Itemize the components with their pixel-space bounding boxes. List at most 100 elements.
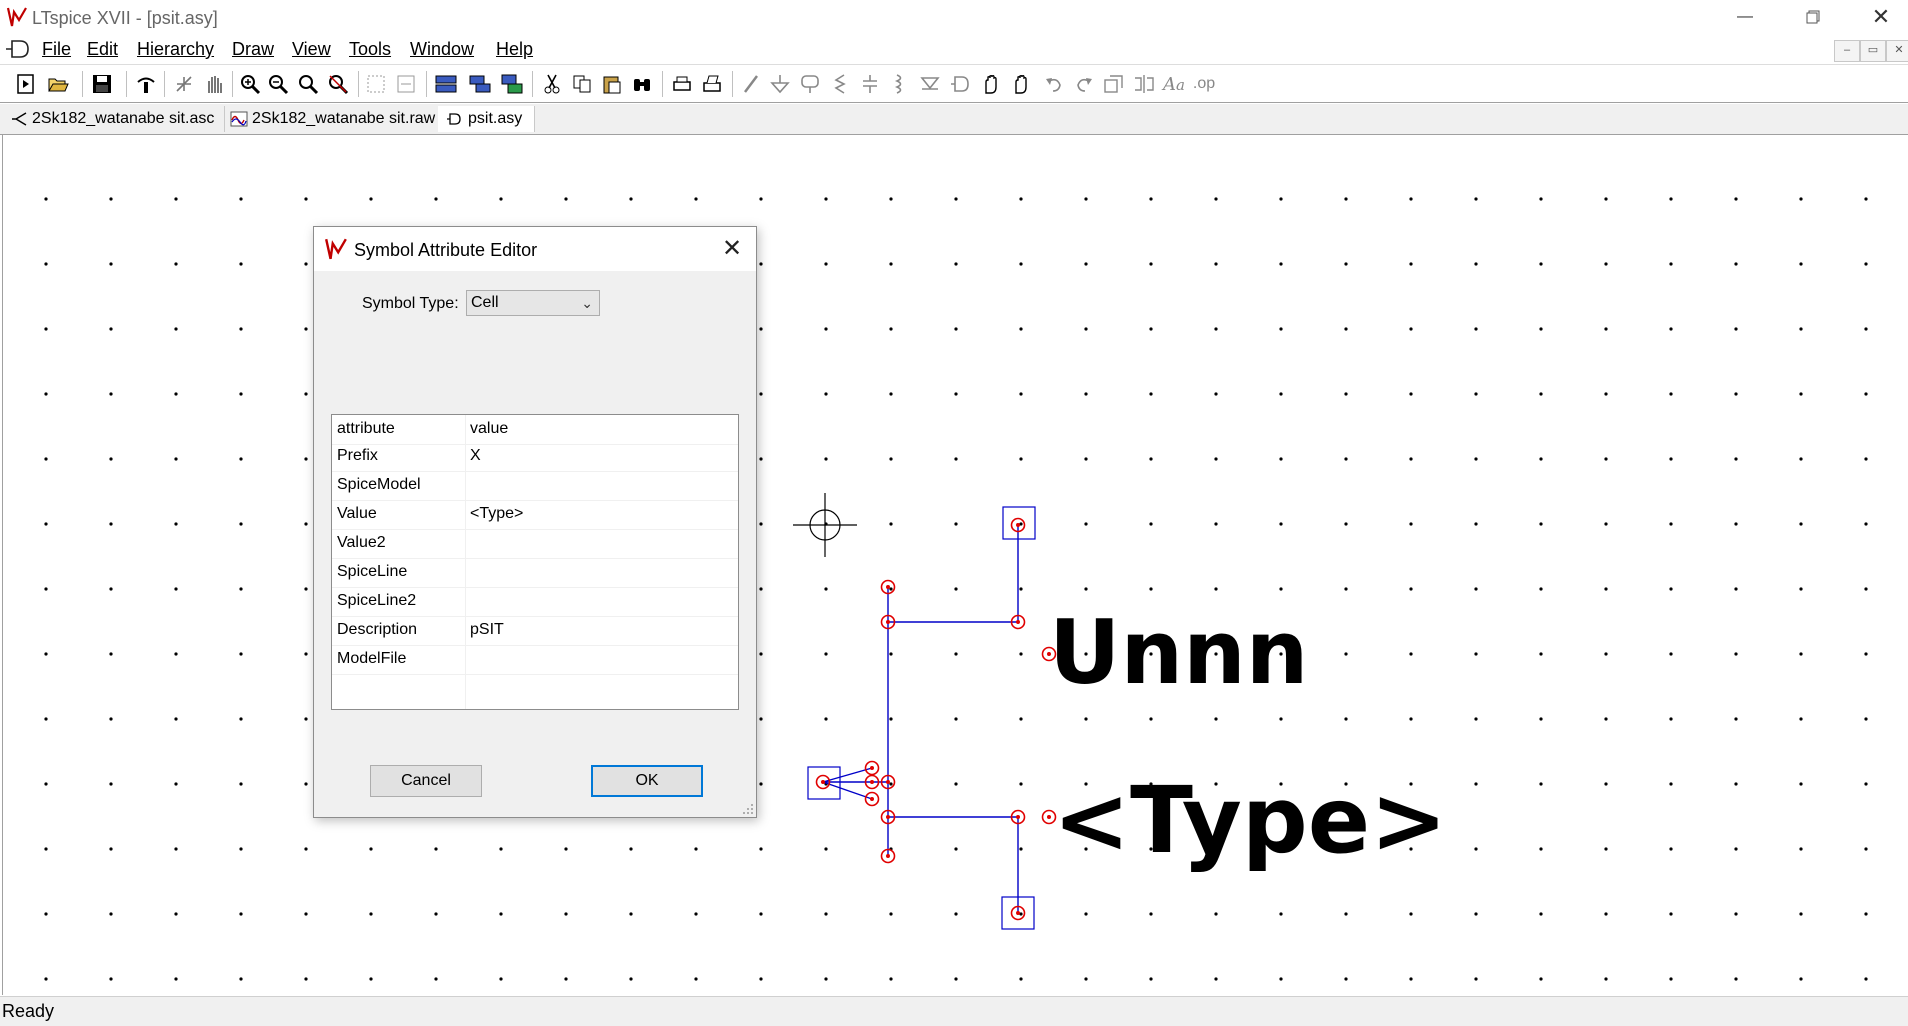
table-row[interactable]: SpiceLine2	[332, 587, 738, 617]
menu-file[interactable]: File	[42, 39, 71, 60]
grid-dot	[1019, 717, 1023, 721]
grid-dot	[1474, 197, 1478, 201]
restore-button[interactable]	[1790, 0, 1836, 34]
menu-draw[interactable]: Draw	[232, 39, 274, 60]
zoom-back-button[interactable]	[294, 70, 322, 98]
component-button[interactable]	[946, 70, 974, 98]
cut-button[interactable]	[538, 70, 566, 98]
vertex-handle-center	[885, 619, 890, 624]
vertex-handle-center	[869, 796, 874, 801]
minimize-button[interactable]: —	[1722, 0, 1768, 34]
grid-dot	[1734, 847, 1738, 851]
close-window-button[interactable]: ✕	[1858, 0, 1904, 34]
cancel-button[interactable]: Cancel	[370, 765, 482, 797]
menu-tools[interactable]: Tools	[349, 39, 391, 60]
table-row[interactable]: ModelFile	[332, 645, 738, 675]
resize-grip-icon[interactable]	[742, 803, 754, 815]
tile-vertical-button[interactable]	[466, 70, 494, 98]
print-button[interactable]	[668, 70, 696, 98]
table-row[interactable]: Value <Type>	[332, 500, 738, 530]
attribute-value[interactable]: pSIT	[470, 621, 504, 639]
halt-button[interactable]	[200, 70, 228, 98]
table-row[interactable]: SpiceModel	[332, 471, 738, 501]
table-row[interactable]: Description pSIT	[332, 616, 738, 646]
mdi-minimize-button[interactable]: –	[1834, 40, 1860, 62]
save-button[interactable]	[88, 70, 116, 98]
grid-dot	[304, 262, 308, 266]
grid-dot	[1669, 522, 1673, 526]
diode-button[interactable]	[916, 70, 944, 98]
menu-hierarchy[interactable]: Hierarchy	[137, 39, 214, 60]
ground-button[interactable]	[766, 70, 794, 98]
draw-wire-button[interactable]	[738, 70, 766, 98]
symbol-editor-canvas[interactable]: Unnn <Type>	[2, 135, 1908, 995]
menu-view-label: View	[292, 39, 331, 59]
grid-dot	[1409, 587, 1413, 591]
symbol-type-select[interactable]: Cell ⌄	[466, 290, 600, 316]
tab-symbol[interactable]: psit.asy	[438, 106, 535, 132]
mdi-restore-button[interactable]: ▭	[1860, 40, 1886, 62]
grid-dot	[1799, 977, 1803, 981]
grid-dot	[1474, 847, 1478, 851]
table-row[interactable]: SpiceLine	[332, 558, 738, 588]
value-label[interactable]: <Type>	[1053, 775, 1447, 867]
drag-button[interactable]	[1008, 70, 1036, 98]
table-row[interactable]: Value2	[332, 529, 738, 559]
table-row[interactable]: Prefix X	[332, 442, 738, 472]
grid-dot	[1474, 262, 1478, 266]
mirror-button[interactable]	[1130, 70, 1158, 98]
zoom-in-button[interactable]	[236, 70, 264, 98]
grid-dot	[1149, 457, 1153, 461]
open-button[interactable]	[44, 70, 72, 98]
ok-button[interactable]: OK	[591, 765, 703, 797]
tile-horizontal-button[interactable]	[432, 70, 460, 98]
tab-waveform[interactable]: 2Sk182_watanabe sit.raw	[222, 106, 447, 132]
dialog-close-button[interactable]: ✕	[716, 233, 748, 265]
pin-drain[interactable]	[1002, 506, 1036, 540]
zoom-out-button[interactable]	[264, 70, 292, 98]
spice-directive-button[interactable]: .op	[1190, 70, 1218, 98]
grid-dot	[889, 392, 893, 396]
redo-button[interactable]	[1070, 70, 1098, 98]
rotate-button[interactable]	[1100, 70, 1128, 98]
grid-dot	[239, 457, 243, 461]
run-button[interactable]	[170, 70, 198, 98]
toolbar: Aa .op	[0, 66, 1908, 103]
capacitor-icon	[863, 75, 877, 93]
resistor-button[interactable]	[826, 70, 854, 98]
menu-hierarchy-label: Hierarchy	[137, 39, 215, 59]
capacitor-button[interactable]	[856, 70, 884, 98]
print-setup-button[interactable]	[698, 70, 726, 98]
autoscale-button[interactable]	[362, 70, 390, 98]
mark-unselected-button[interactable]	[392, 70, 420, 98]
move-button[interactable]	[978, 70, 1006, 98]
menu-help[interactable]: Help	[496, 39, 533, 60]
menu-draw-label: Draw	[232, 39, 275, 59]
attribute-value[interactable]: <Type>	[470, 505, 523, 523]
paste-button[interactable]	[598, 70, 626, 98]
copy-button[interactable]	[568, 70, 596, 98]
mdi-close-button[interactable]: ✕	[1886, 40, 1908, 62]
find-button[interactable]	[628, 70, 656, 98]
menu-view[interactable]: View	[292, 39, 331, 60]
label-net-button[interactable]	[796, 70, 824, 98]
tab-schematic[interactable]: 2Sk182_watanabe sit.asc	[2, 106, 225, 132]
header-value: value	[470, 420, 509, 437]
grid-dot	[1344, 262, 1348, 266]
text-button[interactable]: Aa	[1160, 70, 1188, 98]
grid-dot	[1864, 197, 1868, 201]
zoom-fit-button[interactable]	[324, 70, 352, 98]
grid-dot	[239, 587, 243, 591]
control-panel-button[interactable]	[132, 70, 160, 98]
attribute-table[interactable]: attribute value Prefix X SpiceModel Valu…	[331, 414, 739, 710]
dialog-title-bar[interactable]: Symbol Attribute Editor ✕	[314, 227, 756, 271]
attribute-value[interactable]: X	[470, 447, 481, 465]
cascade-button[interactable]	[498, 70, 526, 98]
new-button[interactable]	[12, 70, 40, 98]
inst-name-label[interactable]: Unnn	[1049, 609, 1308, 697]
menu-edit[interactable]: Edit	[87, 39, 118, 60]
inductor-button[interactable]	[886, 70, 914, 98]
menu-window[interactable]: Window	[410, 39, 474, 60]
undo-button[interactable]	[1040, 70, 1068, 98]
grid-dot	[824, 197, 828, 201]
